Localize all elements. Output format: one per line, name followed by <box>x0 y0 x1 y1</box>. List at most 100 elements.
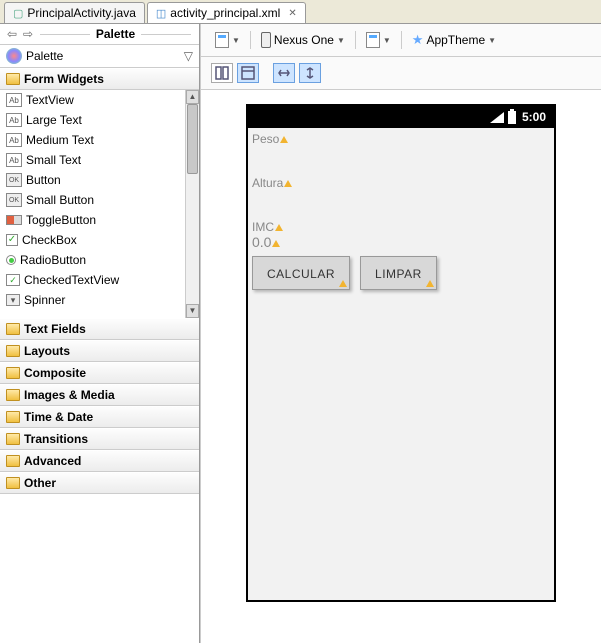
tab-java-file[interactable]: ▢ PrincipalActivity.java <box>4 2 145 23</box>
tab-label: PrincipalActivity.java <box>27 6 135 20</box>
folder-icon <box>6 389 20 401</box>
checkbox-icon: ✓ <box>6 234 18 246</box>
star-icon: ★ <box>412 32 424 48</box>
widget-toggle-button[interactable]: ToggleButton <box>0 210 185 230</box>
category-label: Composite <box>24 366 86 380</box>
label-peso[interactable]: Peso <box>252 132 279 146</box>
warning-icon <box>426 280 434 287</box>
device-dropdown[interactable]: Nexus One▼ <box>257 30 349 50</box>
theme-dropdown[interactable]: ★AppTheme▼ <box>408 30 500 50</box>
widget-label: TextView <box>26 93 74 107</box>
chevron-down-icon: ▼ <box>337 36 345 45</box>
button-limpar[interactable]: LIMPAR <box>360 256 437 290</box>
nav-fwd-icon[interactable]: ⇨ <box>22 27 34 41</box>
design-canvas[interactable]: 5:00 Peso Altura IMC 0.0 CALCULAR LIMPAR <box>201 90 601 643</box>
widget-button[interactable]: OKButton <box>0 170 185 190</box>
palette-menu-icon[interactable]: ▽ <box>184 49 193 63</box>
widget-label: Large Text <box>26 113 82 127</box>
button-label: LIMPAR <box>375 267 422 281</box>
scroll-down-icon[interactable]: ▼ <box>186 304 199 318</box>
category-other[interactable]: Other <box>0 472 199 494</box>
orientation-icon <box>366 32 380 48</box>
widget-medium-text[interactable]: Ab Medium Text <box>0 130 185 150</box>
widget-small-button[interactable]: OKSmall Button <box>0 190 185 210</box>
category-composite[interactable]: Composite <box>0 362 199 384</box>
palette-scrollbar[interactable]: ▲ ▼ <box>185 90 199 318</box>
textview-icon: Ab <box>6 133 22 147</box>
toggle-height[interactable] <box>299 63 321 83</box>
category-label: Form Widgets <box>24 72 104 86</box>
textview-icon: Ab <box>6 93 22 107</box>
status-time: 5:00 <box>522 110 546 124</box>
category-label: Advanced <box>24 454 81 468</box>
config-dropdown[interactable]: ▼ <box>211 30 244 50</box>
folder-icon <box>6 455 20 467</box>
button-icon: OK <box>6 173 22 187</box>
toggle-icon <box>6 215 22 225</box>
category-label: Other <box>24 476 56 490</box>
wifi-icon <box>490 112 504 123</box>
folder-icon <box>6 411 20 423</box>
folder-icon <box>6 477 20 489</box>
folder-icon <box>6 73 20 85</box>
widget-small-text[interactable]: AbSmall Text <box>0 150 185 170</box>
scroll-thumb[interactable] <box>187 104 198 174</box>
orientation-dropdown[interactable]: ▼ <box>362 30 395 50</box>
palette-panel: ⇦ ⇨ Palette Palette ▽ Form Widgets Ab Tex… <box>0 24 200 643</box>
chevron-down-icon: ▼ <box>488 36 496 45</box>
chevron-down-icon: ▼ <box>383 36 391 45</box>
button-calcular[interactable]: CALCULAR <box>252 256 350 290</box>
widget-textview[interactable]: Ab TextView <box>0 90 185 110</box>
category-time-date[interactable]: Time & Date <box>0 406 199 428</box>
widget-spinner[interactable]: ▾Spinner <box>0 290 185 310</box>
close-icon[interactable]: ✕ <box>288 8 296 19</box>
warning-icon <box>339 280 347 287</box>
category-label: Layouts <box>24 344 70 358</box>
widget-checked-textview[interactable]: ✓ CheckedTextView <box>0 270 185 290</box>
nav-back-icon[interactable]: ⇦ <box>6 27 18 41</box>
app-content: Peso Altura IMC 0.0 CALCULAR LIMPAR <box>248 128 554 292</box>
scroll-up-icon[interactable]: ▲ <box>186 90 199 104</box>
category-transitions[interactable]: Transitions <box>0 428 199 450</box>
device-frame: 5:00 Peso Altura IMC 0.0 CALCULAR LIMPAR <box>246 104 556 602</box>
category-label: Time & Date <box>24 410 93 424</box>
widget-radio-button[interactable]: RadioButton <box>0 250 185 270</box>
category-form-widgets[interactable]: Form Widgets <box>0 68 199 90</box>
widget-truncated <box>0 310 185 318</box>
java-file-icon: ▢ <box>13 7 23 20</box>
checkedtext-icon: ✓ <box>6 274 20 286</box>
textview-icon: Ab <box>6 113 22 127</box>
phone-icon <box>261 32 271 48</box>
theme-label: AppTheme <box>426 33 485 47</box>
widget-label: Medium Text <box>26 133 94 147</box>
value-imc[interactable]: 0.0 <box>252 234 271 250</box>
category-label: Transitions <box>24 432 88 446</box>
widget-label: CheckedTextView <box>24 273 119 287</box>
toggle-width[interactable] <box>273 63 295 83</box>
warning-icon <box>284 180 292 187</box>
button-label: CALCULAR <box>267 267 335 281</box>
widget-label: ToggleButton <box>26 213 96 227</box>
category-text-fields[interactable]: Text Fields <box>0 318 199 340</box>
widget-label: CheckBox <box>22 233 77 247</box>
widget-large-text[interactable]: Ab Large Text <box>0 110 185 130</box>
view-mode-single[interactable] <box>237 63 259 83</box>
category-layouts[interactable]: Layouts <box>0 340 199 362</box>
chevron-down-icon: ▼ <box>232 36 240 45</box>
view-mode-grid[interactable] <box>211 63 233 83</box>
category-images-media[interactable]: Images & Media <box>0 384 199 406</box>
tab-xml-file[interactable]: ◫ activity_principal.xml ✕ <box>147 2 306 23</box>
label-imc[interactable]: IMC <box>252 220 274 234</box>
palette-icon <box>6 48 22 64</box>
palette-nav: ⇦ ⇨ Palette <box>0 24 199 45</box>
folder-icon <box>6 345 20 357</box>
widget-checkbox[interactable]: ✓ CheckBox <box>0 230 185 250</box>
warning-icon <box>275 224 283 231</box>
category-advanced[interactable]: Advanced <box>0 450 199 472</box>
label-altura[interactable]: Altura <box>252 176 283 190</box>
tab-label: activity_principal.xml <box>170 6 280 20</box>
folder-icon <box>6 323 20 335</box>
palette-header[interactable]: Palette ▽ <box>0 45 199 68</box>
warning-icon <box>280 136 288 143</box>
palette-nav-title: Palette <box>96 27 135 41</box>
